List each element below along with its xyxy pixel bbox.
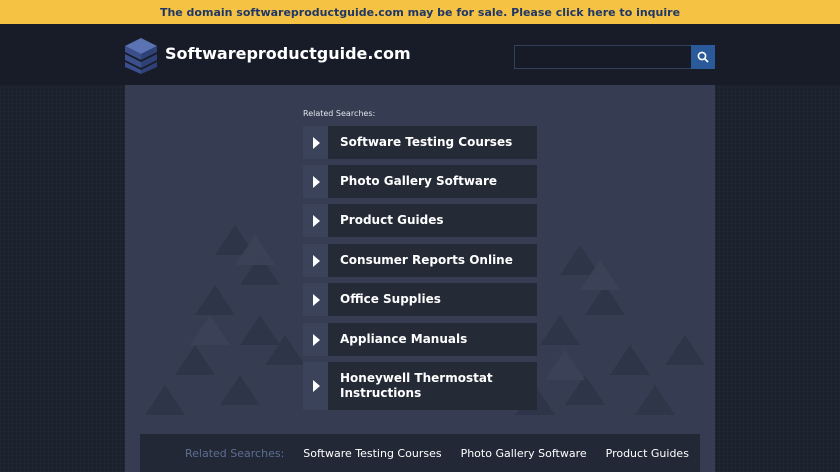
search-icon — [697, 51, 709, 63]
play-arrow-icon — [303, 362, 328, 410]
related-searches-label: Related Searches: — [303, 109, 376, 118]
related-link-label[interactable]: Appliance Manuals — [328, 323, 475, 356]
footer-related-bar: Related Searches: Software Testing Cours… — [140, 434, 700, 472]
related-link-label[interactable]: Consumer Reports Online — [328, 244, 521, 277]
list-item[interactable]: Consumer Reports Online — [303, 244, 537, 277]
play-arrow-icon — [303, 126, 328, 159]
related-link-label[interactable]: Product Guides — [328, 204, 452, 237]
related-link-label[interactable]: Software Testing Courses — [328, 126, 520, 159]
list-item[interactable]: Appliance Manuals — [303, 323, 537, 356]
list-item[interactable]: Software Testing Courses — [303, 126, 537, 159]
background-right — [715, 85, 840, 472]
layered-cubes-logo — [125, 38, 157, 74]
list-item[interactable]: Product Guides — [303, 204, 537, 237]
domain-sale-banner-text[interactable]: The domain softwareproductguide.com may … — [160, 6, 680, 19]
background-left — [0, 85, 125, 472]
related-link-label[interactable]: Photo Gallery Software — [328, 165, 505, 198]
list-item[interactable]: Office Supplies — [303, 283, 537, 316]
footer-link[interactable]: Photo Gallery Software — [461, 447, 587, 460]
play-arrow-icon — [303, 323, 328, 356]
site-title[interactable]: Softwareproductguide.com — [165, 44, 411, 63]
list-item[interactable]: Honeywell Thermostat Instructions — [303, 362, 537, 410]
related-link-label[interactable]: Office Supplies — [328, 283, 449, 316]
footer-link[interactable]: Software Testing Courses — [303, 447, 441, 460]
play-arrow-icon — [303, 165, 328, 198]
list-item[interactable]: Photo Gallery Software — [303, 165, 537, 198]
footer-related-label: Related Searches: — [185, 446, 285, 460]
play-arrow-icon — [303, 283, 328, 316]
play-arrow-icon — [303, 244, 328, 277]
footer-link[interactable]: Product Guides — [606, 447, 689, 460]
search-button[interactable] — [691, 45, 715, 69]
domain-sale-banner[interactable]: The domain softwareproductguide.com may … — [0, 0, 840, 24]
search-input[interactable] — [514, 45, 692, 69]
related-link-label[interactable]: Honeywell Thermostat Instructions — [328, 362, 537, 410]
play-arrow-icon — [303, 204, 328, 237]
